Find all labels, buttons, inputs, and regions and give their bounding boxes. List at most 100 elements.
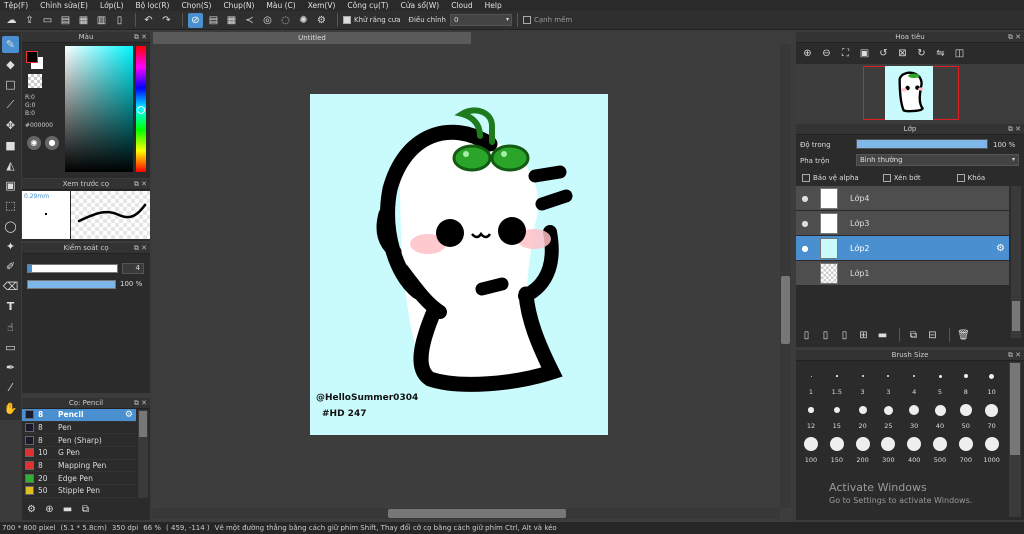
brush-size-cell[interactable]: 5 — [928, 364, 952, 396]
fit-window-icon[interactable]: ⛶ — [838, 46, 853, 61]
select-pen-tool-icon[interactable]: ✐ — [2, 258, 19, 275]
undo-icon[interactable]: ↶ — [141, 13, 156, 28]
brush-item[interactable]: 50 Stipple Pen — [22, 485, 136, 498]
panel-controls-icon[interactable]: ⧉ ✕ — [134, 179, 147, 190]
menu-tools[interactable]: Công cụ(T) — [347, 1, 388, 10]
cloud-icon[interactable]: ☁ — [4, 13, 19, 28]
brush-tool-icon[interactable]: ✎ — [2, 36, 19, 53]
brush-size-cell[interactable]: 70 — [980, 398, 1004, 430]
circle-snap-icon[interactable]: ◎ — [260, 13, 275, 28]
canvas-vertical-scrollbar[interactable] — [780, 44, 791, 508]
gear-icon[interactable]: ⚙ — [996, 243, 1005, 254]
panel-controls-icon[interactable]: ⧉ ✕ — [1008, 350, 1021, 361]
color-wheel-icon[interactable]: ◉ — [27, 136, 41, 150]
menu-select[interactable]: Chọn(S) — [181, 1, 211, 10]
radial-snap-icon[interactable]: ≺ — [242, 13, 257, 28]
chat-icon[interactable]: ▤ — [58, 13, 73, 28]
layer-list-scrollbar[interactable] — [1011, 186, 1021, 338]
brush-size-cell[interactable]: 200 — [851, 432, 875, 464]
layout-icon[interactable]: ▥ — [94, 13, 109, 28]
lasso-tool-icon[interactable]: ◯ — [2, 218, 19, 235]
add-layer-dropdown-icon[interactable]: ⊞ — [856, 328, 871, 343]
menu-capture[interactable]: Chụp(N) — [223, 1, 254, 10]
navigator-preview[interactable] — [796, 64, 1024, 120]
panel-controls-icon[interactable]: ⧉ ✕ — [134, 243, 147, 254]
rotate-left-icon[interactable]: ↺ — [876, 46, 891, 61]
brush-size-cell[interactable]: 15 — [825, 398, 849, 430]
brush-size-cell[interactable]: 100 — [799, 432, 823, 464]
visibility-icon[interactable]: ● — [796, 244, 814, 253]
layer-row-1[interactable]: Lớp1 — [796, 261, 1009, 286]
share-icon[interactable]: ⇪ — [22, 13, 37, 28]
brush-size-scrollbar[interactable] — [1009, 362, 1021, 517]
brush-size-cell[interactable]: 8 — [954, 364, 978, 396]
panel-controls-icon[interactable]: ⧉ ✕ — [134, 32, 147, 43]
cross-snap-icon[interactable]: ▦ — [224, 13, 239, 28]
brush-item[interactable]: 8 Pen (Sharp) — [22, 434, 136, 448]
move-tool-icon[interactable]: ✥ — [2, 117, 19, 134]
duplicate-layer-icon[interactable]: ⧉ — [906, 328, 921, 343]
perspective-icon[interactable]: ✺ — [296, 13, 311, 28]
color-palette-icon[interactable]: ● — [45, 136, 59, 150]
actual-size-icon[interactable]: ▣ — [857, 46, 872, 61]
blend-mode-select[interactable]: Bình thường ▾ — [856, 154, 1019, 166]
comment-icon[interactable]: ▭ — [40, 13, 55, 28]
brush-size-slider[interactable] — [27, 264, 118, 273]
brush-size-cell[interactable]: 30 — [902, 398, 926, 430]
brush-copy-icon[interactable]: ⧉ — [78, 502, 93, 517]
menu-filter[interactable]: Bộ lọc(R) — [136, 1, 170, 10]
visibility-icon[interactable]: ● — [796, 194, 814, 203]
menu-color[interactable]: Màu (C) — [266, 1, 295, 10]
drawing-canvas[interactable]: @HelloSummer0304 #HD 247 — [310, 94, 608, 435]
brush-size-cell[interactable]: 500 — [928, 432, 952, 464]
brush-size-cell[interactable]: 300 — [876, 432, 900, 464]
antialias-checkbox[interactable] — [343, 16, 351, 24]
reset-view-icon[interactable]: ⊠ — [895, 46, 910, 61]
canvas-horizontal-scrollbar[interactable] — [153, 508, 780, 519]
settings-gear-icon[interactable]: ⚙ — [314, 13, 329, 28]
lock-checkbox[interactable] — [956, 174, 965, 182]
menu-layer[interactable]: Lớp(L) — [100, 1, 124, 10]
dot-tool-icon[interactable]: □ — [2, 76, 19, 93]
brush-size-cell[interactable]: 50 — [954, 398, 978, 430]
new-layer-icon[interactable]: ▯ — [799, 328, 814, 343]
menu-cloud[interactable]: Cloud — [451, 1, 472, 10]
menu-view[interactable]: Xem(V) — [308, 1, 336, 10]
visibility-icon[interactable]: ● — [796, 219, 814, 228]
brush-size-cell[interactable]: 3 — [876, 364, 900, 396]
new-layer-8bit-icon[interactable]: ▯ — [818, 328, 833, 343]
page-icon[interactable]: ▯ — [112, 13, 127, 28]
zoom-out-icon[interactable]: ⊖ — [819, 46, 834, 61]
layer-row-2[interactable]: ● Lớp2 ⚙ — [796, 236, 1009, 261]
parallel-snap-icon[interactable]: ▤ — [206, 13, 221, 28]
eyedropper2-tool-icon[interactable]: ⁄ — [2, 379, 19, 396]
menu-help[interactable]: Help — [485, 1, 502, 10]
brush-size-cell[interactable]: 25 — [876, 398, 900, 430]
brush-size-cell[interactable]: 1.5 — [825, 364, 849, 396]
new-layer-1bit-icon[interactable]: ▯ — [837, 328, 852, 343]
menu-file[interactable]: Tệp(F) — [4, 1, 28, 10]
zoom-in-icon[interactable]: ⊕ — [800, 46, 815, 61]
brush-size-value[interactable]: 4 — [122, 263, 144, 274]
operation-tool-icon[interactable]: ☝ — [2, 319, 19, 336]
select-tool-icon[interactable]: ⬚ — [2, 198, 19, 215]
menu-window[interactable]: Cửa sổ(W) — [400, 1, 439, 10]
brush-settings-icon[interactable]: ⚙ — [24, 502, 39, 517]
eraser-tool-icon[interactable]: ◆ — [2, 56, 19, 73]
adjust-select[interactable]: 0 ▾ — [450, 14, 512, 26]
redo-icon[interactable]: ↷ — [159, 13, 174, 28]
transparent-swatch[interactable] — [28, 74, 42, 88]
brush-size-cell[interactable]: 4 — [902, 364, 926, 396]
brush-item[interactable]: 20 Edge Pen — [22, 472, 136, 486]
canvas-tab[interactable]: Untitled — [153, 32, 471, 44]
hue-slider-handle[interactable] — [137, 106, 145, 114]
menu-edit[interactable]: Chỉnh sửa(E) — [40, 1, 88, 10]
saturation-value-picker[interactable] — [65, 46, 133, 172]
rect-fill-tool-icon[interactable]: ■ — [2, 137, 19, 154]
panel-controls-icon[interactable]: ⧉ ✕ — [1008, 124, 1021, 135]
soft-edge-checkbox[interactable] — [523, 16, 531, 24]
panel-controls-icon[interactable]: ⧉ ✕ — [1008, 32, 1021, 43]
brush-size-cell[interactable]: 1000 — [980, 432, 1004, 464]
brush-add-icon[interactable]: ⊕ — [42, 502, 57, 517]
grid-icon[interactable]: ▦ — [76, 13, 91, 28]
